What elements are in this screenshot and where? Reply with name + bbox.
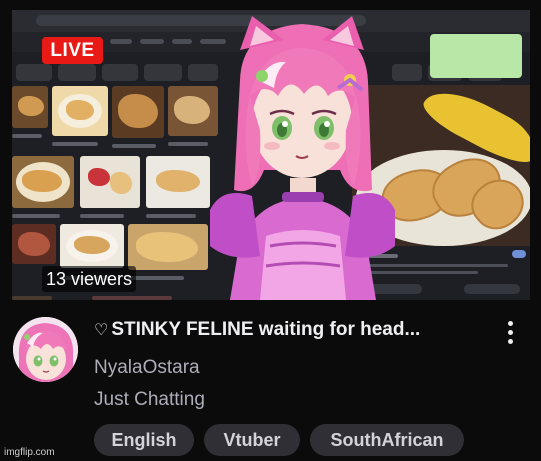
kebab-dot: [508, 321, 513, 326]
tag-southafrican[interactable]: SouthAfrican: [310, 424, 464, 456]
viewer-count-badge: 13 viewers: [42, 266, 137, 292]
live-badge: LIVE: [42, 37, 103, 64]
channel-avatar-image: [13, 317, 78, 382]
tag-english[interactable]: English: [94, 424, 194, 456]
kebab-dot: [508, 330, 513, 335]
stream-title-text: STINKY FELINE waiting for head...: [111, 319, 421, 340]
heart-outline-icon: ♡: [94, 322, 109, 339]
category-link[interactable]: Just Chatting: [94, 389, 205, 411]
tag-vtuber[interactable]: Vtuber: [204, 424, 300, 456]
stream-thumbnail[interactable]: LIVE 13 viewers: [12, 10, 530, 300]
kebab-dot: [508, 339, 513, 344]
imgflip-watermark: imgflip.com: [4, 447, 55, 458]
channel-avatar[interactable]: [13, 317, 78, 382]
stream-title[interactable]: ♡ STINKY FELINE waiting for head...: [94, 319, 490, 341]
channel-name-link[interactable]: NyalaOstara: [94, 357, 200, 379]
more-options-button[interactable]: [500, 320, 522, 346]
vtuber-avatar-image: [210, 16, 395, 300]
captured-chat-overlay: [430, 34, 522, 78]
